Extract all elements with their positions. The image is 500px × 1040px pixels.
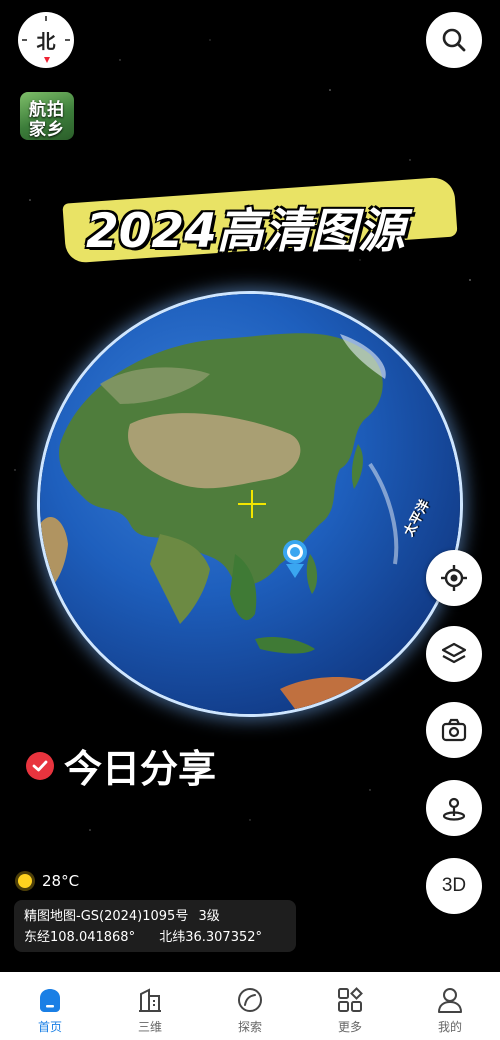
place-button[interactable] <box>426 780 482 836</box>
tab-home[interactable]: 首页 <box>10 986 90 1035</box>
map-pin-icon <box>442 797 466 821</box>
weather-widget[interactable]: 28°C <box>18 872 79 890</box>
longitude: 东经108.041868° <box>24 930 136 945</box>
search-button[interactable] <box>426 12 482 68</box>
compass-button[interactable]: 北 <box>18 12 74 68</box>
map-approval: 精图地图-GS(2024)1095号 <box>24 909 189 924</box>
layers-button[interactable] <box>426 626 482 682</box>
compass-tick <box>45 16 47 21</box>
camera-icon <box>441 718 467 742</box>
crosshair-icon <box>441 565 467 591</box>
tab-mine[interactable]: 我的 <box>410 986 490 1035</box>
tab-home-label: 首页 <box>37 1020 62 1034</box>
headline-text: 2024高清图源 <box>86 204 405 259</box>
earth-globe[interactable]: 太平洋 <box>40 294 460 714</box>
tab-explore[interactable]: 探索 <box>210 986 290 1035</box>
3d-button-label: 3D <box>441 875 467 896</box>
headline-banner: 2024高清图源 <box>60 176 460 266</box>
app-logo[interactable]: 航拍 家乡 <box>20 92 74 140</box>
earth-landmass <box>40 333 399 711</box>
3d-button[interactable]: 3D <box>426 858 482 914</box>
tab-3d[interactable]: 三维 <box>110 986 190 1035</box>
layers-icon <box>441 642 467 664</box>
location-marker-icon <box>283 540 307 578</box>
tab-more-label: 更多 <box>337 1020 362 1034</box>
map-approval-row: 精图地图-GS(2024)1095号 3级 <box>24 906 286 927</box>
explore-icon <box>238 988 262 1012</box>
temperature: 28°C <box>42 872 80 890</box>
todays-share-caption: 今日分享 <box>26 738 216 793</box>
grid-icon <box>338 987 363 1012</box>
user-icon <box>438 988 462 1013</box>
compass-needle-icon <box>44 57 50 63</box>
camera-button[interactable] <box>426 702 482 758</box>
tab-explore-label: 探索 <box>237 1020 262 1034</box>
tab-3d-label: 三维 <box>137 1020 162 1034</box>
compass-north-label: 北 <box>36 31 56 53</box>
todays-share-label: 今日分享 <box>64 747 217 791</box>
tab-more[interactable]: 更多 <box>310 986 390 1035</box>
check-icon <box>26 751 54 780</box>
locate-button[interactable] <box>426 550 482 606</box>
latitude: 北纬36.307352° <box>159 930 263 945</box>
coordinates-row: 东经108.041868° 北纬36.307352° <box>24 927 286 948</box>
search-icon <box>442 28 466 52</box>
home-icon <box>40 989 60 1012</box>
map-info-panel: 精图地图-GS(2024)1095号 3级 东经108.041868° 北纬36… <box>14 900 296 952</box>
logo-line2: 家乡 <box>29 120 65 140</box>
sun-icon <box>18 874 32 888</box>
tab-mine-label: 我的 <box>437 1020 462 1034</box>
buildings-icon <box>139 988 161 1012</box>
bottom-tab-bar: 首页 三维 探索 更多 我的 <box>0 972 500 1040</box>
map-level: 3级 <box>198 909 220 924</box>
